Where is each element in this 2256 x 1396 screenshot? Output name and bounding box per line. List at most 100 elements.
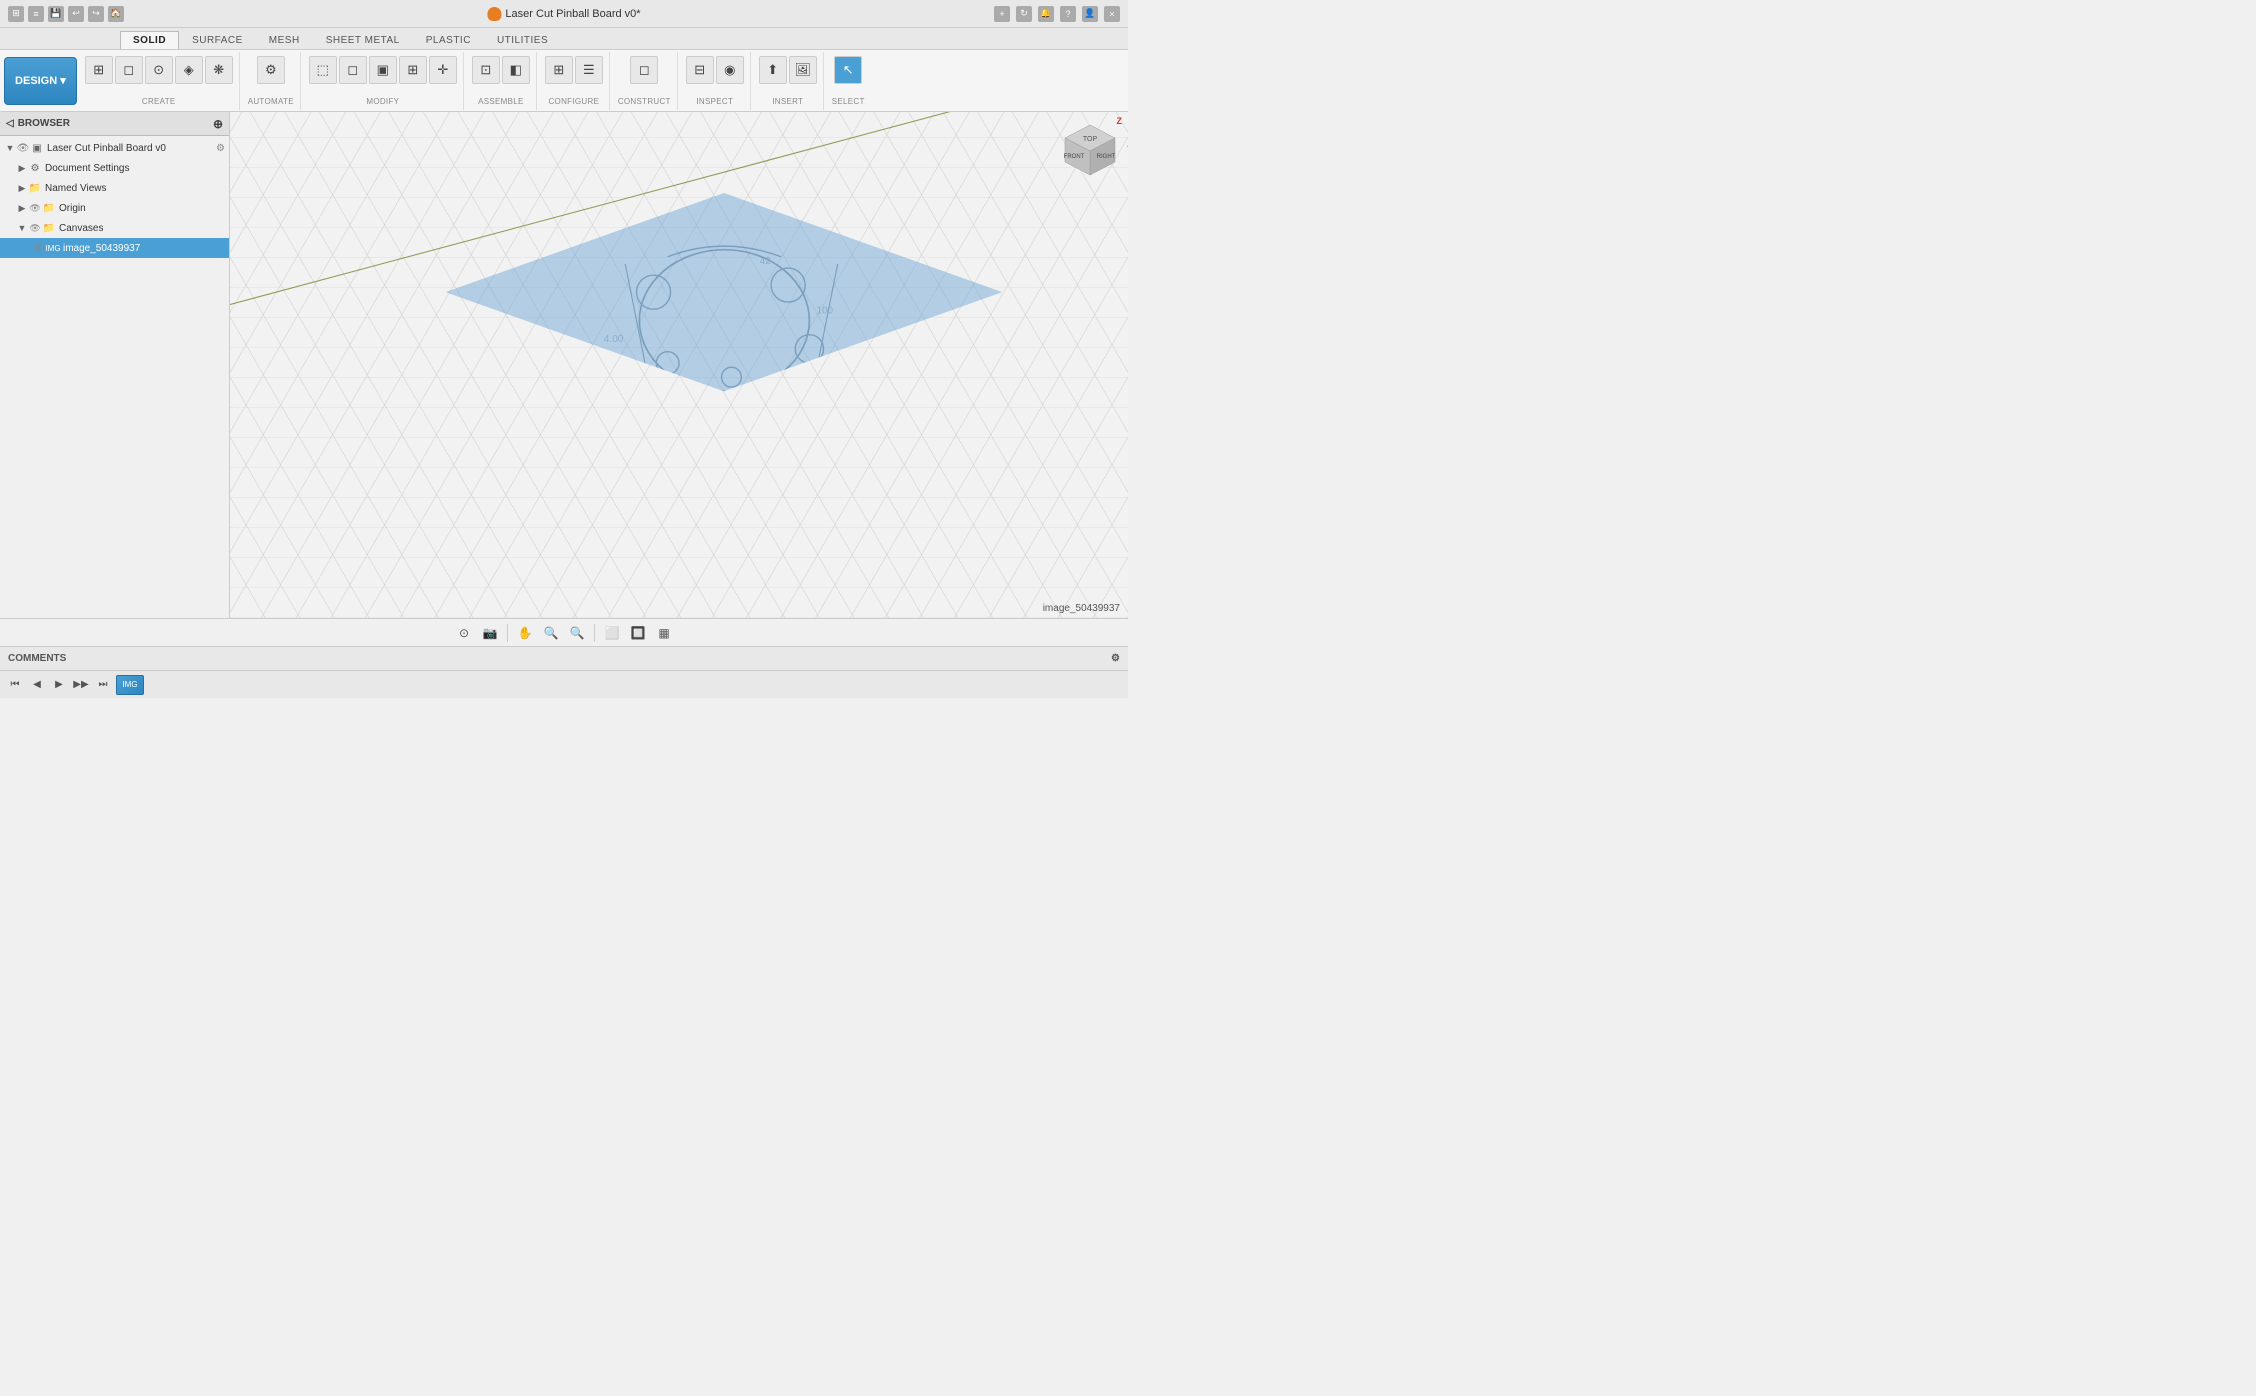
pan-icon[interactable]: ✋ [514,622,536,644]
press-pull-icon[interactable]: ⬚ [309,56,337,84]
zoom-fit-icon[interactable]: 🔍 [566,622,588,644]
tree-item-image[interactable]: 👁 IMG image_50439937 [0,238,229,258]
save-icon[interactable]: 💾 [48,6,64,22]
canvases-eye-icon[interactable]: 👁 [28,221,42,235]
viewport[interactable]: Big 4 SCORE 42 100 4.00 [230,112,1128,618]
separator-1 [507,624,508,642]
sidebar-browser: ◁ BROWSER ⊕ ▼ 👁 ▣ Laser Cut Pinball Boar… [0,112,230,618]
parameters-icon[interactable]: ☰ [575,56,603,84]
root-settings-icon[interactable]: ⚙ [216,143,225,154]
tree-item-named-views[interactable]: ▶ 📁 Named Views [0,178,229,198]
extrude-icon[interactable]: ◻ [115,56,143,84]
timeline-next-btn[interactable]: ▶▶ [72,676,90,694]
named-views-toggle[interactable]: ▶ [16,182,28,194]
tab-utilities[interactable]: UTILITIES [484,31,561,49]
select-icons: ↖ [834,56,862,84]
origin-eye-icon[interactable]: 👁 [28,201,42,215]
browser-collapse-icon[interactable]: ◁ [6,118,14,129]
help-icon[interactable]: ? [1060,6,1076,22]
zoom-icon[interactable]: 🔍 [540,622,562,644]
grid-icon[interactable]: ▦ [653,622,675,644]
display-settings-icon[interactable]: ⬜ [601,622,623,644]
chamfer-icon[interactable]: ▣ [369,56,397,84]
home-icon[interactable]: 🏠 [108,6,124,22]
notification-icon[interactable]: 🔔 [1038,6,1054,22]
modify-icons: ⬚ ◻ ▣ ⊞ ✛ [309,56,457,84]
visual-style-icon[interactable]: 🔲 [627,622,649,644]
close-icon[interactable]: × [1104,6,1120,22]
toolbar-group-construct: ◻ CONSTRUCT [612,52,678,110]
named-views-label: Named Views [45,183,107,194]
root-label: Laser Cut Pinball Board v0 [47,143,166,154]
timeline-end-btn[interactable]: ⏭ [94,676,112,694]
sweep-icon[interactable]: ◈ [175,56,203,84]
timeline-thumbnail[interactable]: IMG [116,675,144,695]
tree-item-doc-settings[interactable]: ▶ ⚙ Document Settings [0,158,229,178]
insert-canvas-icon[interactable]: 🖼 [789,56,817,84]
comments-label: COMMENTS [8,653,66,664]
origin-label: Origin [59,203,86,214]
tab-sheet-metal[interactable]: SHEET METAL [313,31,413,49]
tree-item-canvases[interactable]: ▼ 👁 📁 Canvases [0,218,229,238]
z-axis-label: Z [1117,116,1123,126]
configure-icon[interactable]: ⊞ [545,56,573,84]
insert-icons: ⬆ 🖼 [759,56,817,84]
fillet-icon[interactable]: ◻ [339,56,367,84]
undo-icon[interactable]: ↩ [68,6,84,22]
pinball-board-canvas: Big 4 SCORE 42 100 4.00 [446,193,1003,476]
add-tab-icon[interactable]: + [994,6,1010,22]
app-menu-icon[interactable]: ≡ [28,6,44,22]
loft-icon[interactable]: ❋ [205,56,233,84]
redo-icon[interactable]: ↪ [88,6,104,22]
revolve-icon[interactable]: ⊙ [145,56,173,84]
doc-settings-label: Document Settings [45,163,130,174]
tab-solid[interactable]: SOLID [120,31,179,49]
title-bar-left-icons: ⊞ ≡ 💾 ↩ ↪ 🏠 [8,6,124,22]
timeline-start-btn[interactable]: ⏮ [6,676,24,694]
construct-icons: ◻ [630,56,658,84]
origin-toggle[interactable]: ▶ [16,202,28,214]
toolbar-group-configure: ⊞ ☰ CONFIGURE [539,52,610,110]
tree-item-root[interactable]: ▼ 👁 ▣ Laser Cut Pinball Board v0 ⚙ [0,138,229,158]
doc-settings-toggle[interactable]: ▶ [16,162,28,174]
tab-plastic[interactable]: PLASTIC [413,31,484,49]
comments-settings-icon[interactable]: ⚙ [1111,653,1120,664]
refresh-icon[interactable]: ↻ [1016,6,1032,22]
design-dropdown-button[interactable]: DESIGN ▾ [4,57,77,105]
timeline-play-btn[interactable]: ▶ [50,676,68,694]
automate-icon[interactable]: ⚙ [257,56,285,84]
joint-icon[interactable]: ⊡ [472,56,500,84]
rigid-group-icon[interactable]: ◧ [502,56,530,84]
tree-item-origin[interactable]: ▶ 👁 📁 Origin [0,198,229,218]
bottom-toolbar: ⊙ 📷 ✋ 🔍 🔍 ⬜ 🔲 ▦ [0,618,1128,646]
image-icon: IMG [46,241,60,255]
view-home-icon[interactable]: ⊙ [453,622,475,644]
browser-settings-icon[interactable]: ⊕ [213,117,223,131]
move-icon[interactable]: ✛ [429,56,457,84]
root-eye-icon[interactable]: 👁 [16,141,30,155]
new-component-icon[interactable]: ⊞ [85,56,113,84]
plane-icon[interactable]: ◻ [630,56,658,84]
measure-icon[interactable]: ⊟ [686,56,714,84]
nav-cube[interactable]: TOP RIGHT FRONT Z X [1060,120,1120,180]
tab-mesh[interactable]: MESH [256,31,313,49]
tab-surface[interactable]: SURFACE [179,31,256,49]
construct-label: CONSTRUCT [618,97,671,106]
canvases-toggle[interactable]: ▼ [16,222,28,234]
camera-icon[interactable]: 📷 [479,622,501,644]
app-grid-icon[interactable]: ⊞ [8,6,24,22]
board-diamond-shape: Big 4 SCORE 42 100 4.00 [446,193,1003,476]
timeline-bar: ⏮ ◀ ▶ ▶▶ ⏭ IMG [0,670,1128,698]
root-toggle-icon[interactable]: ▼ [4,142,16,154]
toolbar-group-create: ⊞ ◻ ⊙ ◈ ❋ CREATE [79,52,240,110]
toolbar-group-inspect: ⊟ ◉ INSPECT [680,52,751,110]
timeline-prev-btn[interactable]: ◀ [28,676,46,694]
image-eye-icon[interactable]: 👁 [32,241,46,255]
interference-icon[interactable]: ◉ [716,56,744,84]
named-views-folder-icon: 📁 [28,181,42,195]
shell-icon[interactable]: ⊞ [399,56,427,84]
select-icon[interactable]: ↖ [834,56,862,84]
user-avatar[interactable]: 👤 [1082,6,1098,22]
toolbar-group-automate: ⚙ AUTOMATE [242,52,301,110]
insert-derive-icon[interactable]: ⬆ [759,56,787,84]
